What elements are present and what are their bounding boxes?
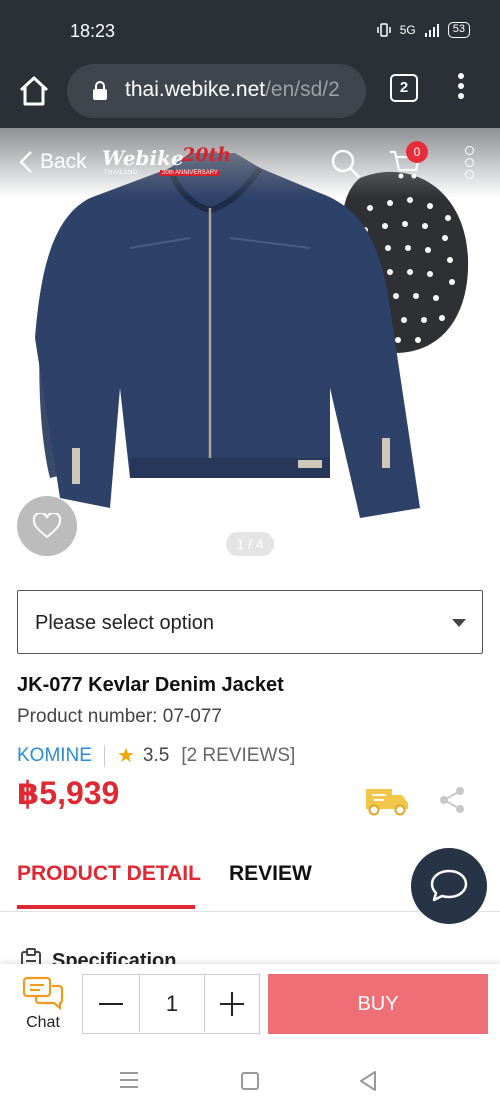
more-options-icon[interactable]: [462, 146, 476, 182]
share-icon[interactable]: [436, 784, 468, 816]
home-icon[interactable]: [17, 74, 51, 108]
option-placeholder: Please select option: [35, 612, 215, 634]
reviews-link[interactable]: [2 REVIEWS]: [181, 745, 295, 767]
back-nav-icon[interactable]: [358, 1070, 378, 1092]
back-button[interactable]: Back: [18, 150, 87, 174]
chat-icon: [22, 976, 64, 1011]
decrease-quantity-button[interactable]: [83, 975, 139, 1032]
logo-text: Webike: [102, 146, 184, 170]
tab-switcher-button[interactable]: 2: [390, 74, 418, 102]
quantity-stepper: 1: [82, 974, 260, 1034]
product-gallery[interactable]: Back Webike 20th THAILAND 20th ANNIVERSA…: [0, 128, 500, 580]
brand-link[interactable]: KOMINE: [17, 745, 92, 767]
chat-bubble-icon: [430, 869, 468, 902]
product-price: ฿5,939: [17, 775, 120, 811]
battery-indicator: 53: [447, 22, 470, 38]
chat-fab-button[interactable]: [411, 848, 487, 924]
buy-button[interactable]: BUY: [268, 974, 488, 1034]
product-number: Product number: 07-077: [17, 706, 222, 728]
logo-anniversary: 20th: [182, 144, 232, 166]
cart-badge: 0: [406, 141, 428, 163]
divider: [103, 744, 105, 767]
network-label: 5G: [399, 23, 416, 37]
product-number-label: Product number:: [17, 706, 158, 727]
search-icon[interactable]: [330, 148, 362, 180]
gallery-pager: 1 / 4: [226, 532, 274, 556]
logo-region: THAILAND: [104, 170, 138, 176]
delivery-truck-icon[interactable]: [362, 783, 410, 817]
recent-apps-icon[interactable]: [120, 1072, 140, 1090]
status-icons: 5G 53: [376, 22, 470, 38]
signal-icon: [424, 24, 439, 37]
star-icon: ★: [116, 745, 135, 767]
quantity-value[interactable]: 1: [139, 975, 205, 1032]
address-bar[interactable]: thai.webike.net/en/sd/2: [67, 64, 366, 118]
url-host: thai.webike.net: [125, 78, 266, 101]
webike-logo[interactable]: Webike 20th THAILAND 20th ANNIVERSARY: [102, 144, 231, 180]
product-number-value: 07-077: [162, 706, 222, 727]
active-tab-indicator: [17, 905, 195, 909]
tab-product-detail[interactable]: PRODUCT DETAIL: [17, 862, 201, 886]
favorite-button[interactable]: [17, 496, 77, 556]
heart-icon: [32, 513, 62, 539]
browser-menu-icon[interactable]: [452, 73, 470, 103]
brand-rating-row: KOMINE ★ 3.5 [2 REVIEWS]: [17, 743, 295, 768]
rating-value: 3.5: [142, 744, 170, 766]
increase-quantity-button[interactable]: [205, 975, 259, 1032]
tab-review[interactable]: REVIEW: [229, 862, 312, 886]
system-nav-bar: [0, 1050, 500, 1111]
url-text: thai.webike.net/en/sd/2: [125, 78, 340, 102]
status-bar: 18:23 5G 53: [0, 0, 500, 60]
url-path: /en/sd/2: [265, 78, 340, 101]
chat-button[interactable]: Chat: [18, 976, 68, 1038]
denim-jacket-image: [35, 153, 420, 518]
caret-down-icon: [452, 619, 466, 627]
product-title: JK-077 Kevlar Denim Jacket: [17, 674, 284, 696]
status-time: 18:23: [70, 21, 116, 41]
logo-tagline: 20th ANNIVERSARY: [160, 170, 220, 176]
browser-toolbar: thai.webike.net/en/sd/2 2: [0, 60, 500, 128]
home-nav-icon[interactable]: [241, 1072, 259, 1090]
vibrate-icon: [376, 23, 391, 37]
lock-icon: [93, 81, 107, 100]
purchase-bar: Chat 1 BUY: [0, 964, 500, 1050]
back-label: Back: [40, 150, 87, 173]
option-select[interactable]: Please select option: [17, 590, 483, 654]
chat-label: Chat: [26, 1014, 60, 1031]
chevron-left-icon: [19, 151, 32, 173]
